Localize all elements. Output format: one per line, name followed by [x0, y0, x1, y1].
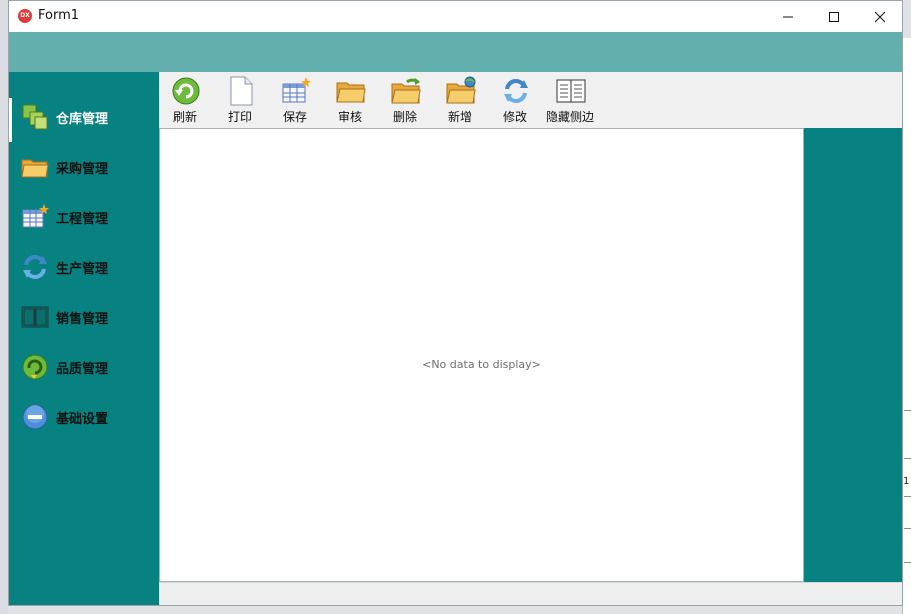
close-button[interactable]	[857, 1, 902, 32]
sidebar-item-label: 生产管理	[56, 262, 109, 277]
title-bar[interactable]: DX Form1	[9, 1, 902, 32]
document-icon	[230, 76, 253, 106]
folder-add-icon	[446, 76, 476, 104]
folder-delete-icon	[391, 78, 421, 104]
folder-icon	[21, 159, 49, 178]
edit-refresh-icon	[504, 79, 528, 103]
background-divider	[904, 410, 911, 411]
green-refresh-icon	[22, 354, 48, 380]
hide-sidebar-button[interactable]: 隐藏侧边	[544, 76, 596, 126]
app-window: DX Form1 仓库管理 采购管理 工程管理 生产管理 销售管理 品质管理 基…	[8, 0, 903, 606]
main-content: 刷新 打印 保存 审核 删除 新增 修改 隐藏侧边 <No data to di…	[159, 72, 902, 605]
minimize-icon	[783, 16, 793, 17]
toolbar-button-label: 隐藏侧边	[545, 110, 594, 124]
sidebar: 仓库管理 采购管理 工程管理 生产管理 销售管理 品质管理 基础设置	[9, 72, 159, 605]
background-fragment	[0, 0, 8, 614]
minimize-button[interactable]	[765, 1, 811, 32]
background-divider	[904, 458, 911, 459]
window-title: Form1	[38, 8, 80, 23]
save-table-icon	[282, 77, 311, 103]
maximize-icon	[829, 11, 839, 22]
audit-button[interactable]: 审核	[324, 76, 376, 126]
sidebar-item-label: 销售管理	[56, 312, 109, 327]
sidebar-item-warehouse[interactable]: 仓库管理	[9, 93, 159, 142]
book-icon	[556, 79, 586, 103]
sidebar-item-label: 品质管理	[56, 362, 109, 377]
background-app-edge: 1	[902, 38, 911, 614]
folder-open-icon	[336, 82, 366, 103]
background-divider	[904, 528, 911, 529]
sidebar-item-label: 基础设置	[56, 412, 109, 427]
sidebar-item-label: 工程管理	[56, 212, 109, 227]
sidebar-item-label: 仓库管理	[56, 112, 109, 127]
save-button[interactable]: 保存	[269, 76, 321, 126]
toolbar: 刷新 打印 保存 审核 删除 新增 修改 隐藏侧边	[159, 72, 902, 128]
header-band	[9, 32, 902, 72]
book-icon	[21, 306, 49, 328]
sidebar-item-quality[interactable]: 品质管理	[9, 343, 159, 391]
minus-circle-icon	[22, 404, 48, 430]
refresh-icon	[172, 77, 200, 105]
sidebar-item-sales[interactable]: 销售管理	[9, 293, 159, 341]
print-button[interactable]: 打印	[214, 76, 266, 126]
maximize-button[interactable]	[811, 1, 857, 32]
background-number: 1	[903, 476, 910, 487]
refresh-arrows-icon	[23, 255, 47, 279]
close-icon	[874, 11, 886, 22]
table-star-icon	[22, 204, 49, 228]
background-divider	[904, 496, 911, 497]
background-divider	[904, 562, 911, 563]
edit-button[interactable]: 修改	[489, 76, 541, 126]
right-side-panel	[804, 128, 902, 582]
app-logo-icon: DX	[18, 9, 32, 23]
sidebar-item-settings[interactable]: 基础设置	[9, 393, 159, 441]
warehouse-cubes-icon	[22, 104, 48, 130]
sidebar-item-engineering[interactable]: 工程管理	[9, 193, 159, 241]
sidebar-item-purchase[interactable]: 采购管理	[9, 143, 159, 191]
add-button[interactable]: 新增	[434, 76, 486, 126]
sidebar-item-production[interactable]: 生产管理	[9, 243, 159, 291]
delete-button[interactable]: 删除	[379, 76, 431, 126]
refresh-button[interactable]: 刷新	[159, 76, 211, 126]
data-grid[interactable]: <No data to display>	[159, 128, 804, 582]
status-bar	[159, 582, 902, 605]
sidebar-item-label: 采购管理	[56, 162, 109, 177]
empty-grid-message: <No data to display>	[422, 358, 541, 371]
